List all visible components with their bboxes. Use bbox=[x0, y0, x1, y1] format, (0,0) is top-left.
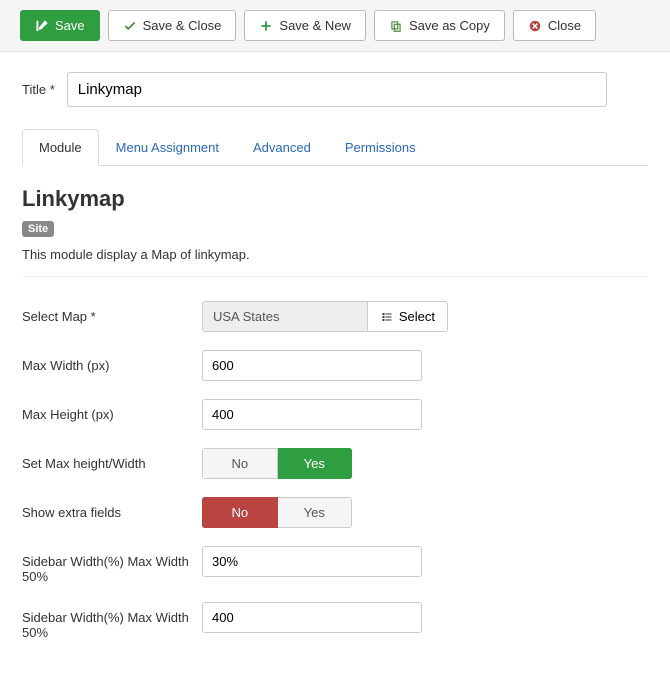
close-icon bbox=[528, 19, 542, 33]
save-copy-label: Save as Copy bbox=[409, 18, 490, 33]
module-description: This module display a Map of linkymap. bbox=[22, 247, 648, 262]
toolbar: Save Save & Close Save & New Save as Cop… bbox=[0, 0, 670, 52]
set-max-yes[interactable]: Yes bbox=[278, 448, 353, 479]
save-new-button[interactable]: Save & New bbox=[244, 10, 366, 41]
set-max-no[interactable]: No bbox=[202, 448, 278, 479]
select-map-value: USA States bbox=[202, 301, 367, 332]
divider bbox=[22, 276, 648, 277]
tabs: Module Menu Assignment Advanced Permissi… bbox=[22, 129, 648, 166]
row-max-width: Max Width (px) bbox=[22, 350, 648, 381]
tab-advanced[interactable]: Advanced bbox=[236, 129, 328, 166]
save-copy-button[interactable]: Save as Copy bbox=[374, 10, 505, 41]
close-button[interactable]: Close bbox=[513, 10, 596, 41]
title-label: Title * bbox=[22, 82, 55, 97]
show-extra-toggle: No Yes bbox=[202, 497, 352, 528]
check-icon bbox=[123, 19, 137, 33]
save-label: Save bbox=[55, 18, 85, 33]
max-width-label: Max Width (px) bbox=[22, 350, 202, 373]
row-show-extra: Show extra fields No Yes bbox=[22, 497, 648, 528]
save-icon bbox=[35, 19, 49, 33]
save-close-button[interactable]: Save & Close bbox=[108, 10, 237, 41]
set-max-label: Set Max height/Width bbox=[22, 448, 202, 471]
page-title: Linkymap bbox=[22, 186, 648, 212]
save-close-label: Save & Close bbox=[143, 18, 222, 33]
row-set-max: Set Max height/Width No Yes bbox=[22, 448, 648, 479]
title-row: Title * bbox=[22, 72, 648, 107]
show-extra-label: Show extra fields bbox=[22, 497, 202, 520]
plus-icon bbox=[259, 19, 273, 33]
tab-menu-assignment[interactable]: Menu Assignment bbox=[99, 129, 236, 166]
max-width-input[interactable] bbox=[202, 350, 422, 381]
save-button[interactable]: Save bbox=[20, 10, 100, 41]
row-max-height: Max Height (px) bbox=[22, 399, 648, 430]
row-sidebar-pct: Sidebar Width(%) Max Width 50% bbox=[22, 546, 648, 584]
select-map-button[interactable]: Select bbox=[367, 301, 448, 332]
select-button-label: Select bbox=[399, 309, 435, 324]
sidebar-px-label: Sidebar Width(%) Max Width 50% bbox=[22, 602, 202, 640]
max-height-input[interactable] bbox=[202, 399, 422, 430]
show-extra-no[interactable]: No bbox=[202, 497, 278, 528]
title-input[interactable] bbox=[67, 72, 607, 107]
tab-permissions[interactable]: Permissions bbox=[328, 129, 433, 166]
show-extra-yes[interactable]: Yes bbox=[278, 497, 353, 528]
sidebar-px-input[interactable] bbox=[202, 602, 422, 633]
save-new-label: Save & New bbox=[279, 18, 351, 33]
sidebar-pct-input[interactable] bbox=[202, 546, 422, 577]
list-icon bbox=[380, 310, 394, 324]
max-height-label: Max Height (px) bbox=[22, 399, 202, 422]
content-area: Title * Module Menu Assignment Advanced … bbox=[0, 52, 670, 678]
site-badge: Site bbox=[22, 221, 54, 237]
close-label: Close bbox=[548, 18, 581, 33]
copy-icon bbox=[389, 19, 403, 33]
row-sidebar-px: Sidebar Width(%) Max Width 50% bbox=[22, 602, 648, 640]
select-map-label: Select Map * bbox=[22, 301, 202, 324]
tab-module[interactable]: Module bbox=[22, 129, 99, 166]
row-select-map: Select Map * USA States Select bbox=[22, 301, 648, 332]
set-max-toggle: No Yes bbox=[202, 448, 352, 479]
select-map-group: USA States Select bbox=[202, 301, 448, 332]
sidebar-pct-label: Sidebar Width(%) Max Width 50% bbox=[22, 546, 202, 584]
